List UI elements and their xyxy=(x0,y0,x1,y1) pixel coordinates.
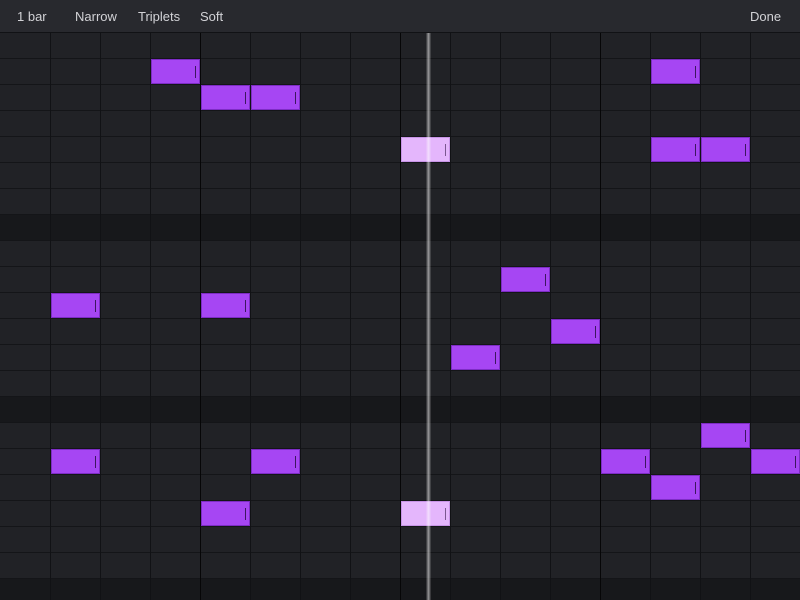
note-block[interactable] xyxy=(51,293,100,318)
note-block[interactable] xyxy=(701,137,750,162)
resize-handle[interactable] xyxy=(495,352,496,364)
step-line xyxy=(300,33,301,600)
step-line xyxy=(100,33,101,600)
soft-button[interactable]: Soft xyxy=(200,0,223,33)
resize-handle[interactable] xyxy=(795,456,796,468)
triplets-button[interactable]: Triplets xyxy=(138,0,180,33)
step-line xyxy=(450,33,451,600)
note-block[interactable] xyxy=(701,423,750,448)
note-block[interactable] xyxy=(651,59,700,84)
narrow-button[interactable]: Narrow xyxy=(75,0,117,33)
resize-handle[interactable] xyxy=(95,456,96,468)
note-block[interactable] xyxy=(401,137,450,162)
note-block[interactable] xyxy=(551,319,600,344)
note-block[interactable] xyxy=(251,449,300,474)
resize-handle[interactable] xyxy=(695,66,696,78)
step-line xyxy=(750,33,751,600)
note-block[interactable] xyxy=(201,501,250,526)
step-line xyxy=(550,33,551,600)
note-block[interactable] xyxy=(201,293,250,318)
resize-handle[interactable] xyxy=(745,144,746,156)
note-block[interactable] xyxy=(251,85,300,110)
resize-handle[interactable] xyxy=(295,456,296,468)
resize-handle[interactable] xyxy=(645,456,646,468)
step-line xyxy=(700,33,701,600)
resize-handle[interactable] xyxy=(245,92,246,104)
resize-handle[interactable] xyxy=(745,430,746,442)
resize-handle[interactable] xyxy=(295,92,296,104)
note-block[interactable] xyxy=(51,449,100,474)
note-block[interactable] xyxy=(501,267,550,292)
resize-handle[interactable] xyxy=(95,300,96,312)
step-line xyxy=(250,33,251,600)
resize-handle[interactable] xyxy=(695,144,696,156)
resize-handle[interactable] xyxy=(445,144,446,156)
note-block[interactable] xyxy=(151,59,200,84)
note-block[interactable] xyxy=(601,449,650,474)
step-line xyxy=(600,33,601,600)
resize-handle[interactable] xyxy=(245,300,246,312)
note-block[interactable] xyxy=(451,345,500,370)
step-line xyxy=(650,33,651,600)
note-grid[interactable] xyxy=(0,33,800,600)
resize-handle[interactable] xyxy=(195,66,196,78)
step-line xyxy=(350,33,351,600)
note-block[interactable] xyxy=(651,137,700,162)
step-line xyxy=(500,33,501,600)
note-block[interactable] xyxy=(401,501,450,526)
note-length-button[interactable]: 1 bar xyxy=(17,0,47,33)
note-block[interactable] xyxy=(651,475,700,500)
done-button[interactable]: Done xyxy=(750,0,781,33)
note-block[interactable] xyxy=(201,85,250,110)
toolbar: 1 bar Narrow Triplets Soft Done xyxy=(0,0,800,33)
resize-handle[interactable] xyxy=(595,326,596,338)
resize-handle[interactable] xyxy=(695,482,696,494)
resize-handle[interactable] xyxy=(445,508,446,520)
step-line xyxy=(150,33,151,600)
note-block[interactable] xyxy=(751,449,800,474)
resize-handle[interactable] xyxy=(245,508,246,520)
resize-handle[interactable] xyxy=(545,274,546,286)
